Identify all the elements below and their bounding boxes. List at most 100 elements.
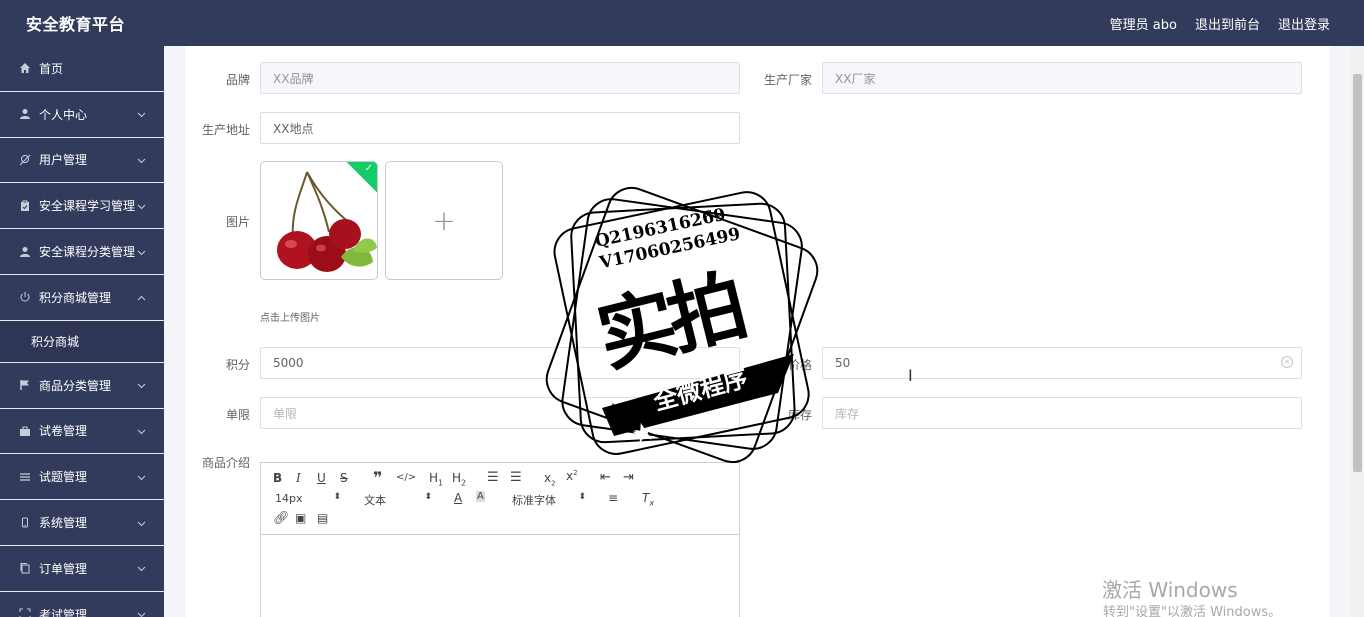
upload-image-button[interactable]: + xyxy=(385,161,503,280)
image-icon[interactable]: ▣ xyxy=(295,511,306,525)
upload-tip: 点击上传图片 xyxy=(260,313,320,324)
user-icon xyxy=(18,107,32,121)
plus-icon: + xyxy=(432,204,456,237)
user-manage-icon xyxy=(18,153,32,167)
block-type-select[interactable]: 文本 ⬍ xyxy=(364,492,432,508)
check-icon: ✓ xyxy=(364,163,373,174)
sidebar-item-profile[interactable]: 个人中心 xyxy=(0,92,164,138)
address-input[interactable]: XX地点 xyxy=(260,112,740,144)
sidebar-item-course-study[interactable]: 安全课程学习管理 xyxy=(0,183,164,230)
indent-icon[interactable]: ⇥ xyxy=(623,470,634,485)
sidebar-item-paper-manage[interactable]: 试卷管理 xyxy=(0,409,164,455)
sidebar-subitem-points-mall[interactable]: 积分商城 xyxy=(0,320,164,363)
price-value: 50 xyxy=(835,356,851,370)
sidebar-item-exam-manage[interactable]: 考试管理 xyxy=(0,592,164,617)
brand-input[interactable]: XX品牌 xyxy=(260,62,740,94)
stock-input[interactable]: 库存 xyxy=(822,397,1302,429)
chevron-down-icon xyxy=(137,470,146,484)
text-color-button[interactable]: A xyxy=(454,491,462,505)
header-links: 管理员 abo 退出到前台 退出登录 xyxy=(1110,14,1330,33)
address-label: 生产地址 xyxy=(201,123,250,137)
chevron-down-icon xyxy=(137,107,146,121)
limit-input[interactable]: 单限 xyxy=(260,397,740,429)
clear-format-button[interactable]: Tx xyxy=(642,491,654,507)
ordered-list-icon[interactable]: ☰ xyxy=(487,470,499,485)
price-input[interactable]: 50 × xyxy=(822,347,1302,379)
manufacturer-input[interactable]: XX厂家 xyxy=(822,62,1302,94)
bold-button[interactable]: B xyxy=(273,471,282,485)
power-icon xyxy=(18,290,32,304)
block-type-value: 文本 xyxy=(364,494,386,507)
sidebar-item-system-manage[interactable]: 系统管理 xyxy=(0,500,164,546)
sidebar-item-label: 试卷管理 xyxy=(39,424,88,439)
heading2-button[interactable]: H2 xyxy=(452,471,466,487)
superscript-button[interactable]: x2 xyxy=(566,469,578,483)
rich-text-editor: B I U S ❞ </> H1 H2 ☰ ☰ x2 x2 ⇤ ⇥ 14px ⬍ … xyxy=(260,462,740,617)
sidebar-item-order-manage[interactable]: 订单管理 xyxy=(0,546,164,592)
exit-to-front-link[interactable]: 退出到前台 xyxy=(1195,14,1260,33)
sidebar-item-label: 考试管理 xyxy=(39,607,88,617)
select-arrows-icon: ⬍ xyxy=(424,492,432,502)
outdent-icon[interactable]: ⇤ xyxy=(600,470,611,485)
windows-activation-hint: 转到"设置"以激活 Windows。 xyxy=(1103,605,1282,617)
font-family-value: 标准字体 xyxy=(512,494,556,507)
background-color-button[interactable]: A xyxy=(476,491,485,502)
cherry-image xyxy=(277,171,377,272)
sidebar-item-label: 用户管理 xyxy=(39,153,88,168)
italic-button[interactable]: I xyxy=(296,471,301,485)
sidebar-item-course-category[interactable]: 安全课程分类管理 xyxy=(0,229,164,275)
home-icon xyxy=(18,61,32,75)
clear-icon[interactable]: × xyxy=(1281,356,1293,368)
sidebar: 首页 个人中心 用户管理 安全课程学习管理 安全课程分类管理 积分商城管理 积分… xyxy=(0,46,164,617)
chevron-down-icon xyxy=(137,199,146,213)
link-icon[interactable]: 🔗︎ xyxy=(273,511,290,526)
chevron-down-icon xyxy=(137,378,146,392)
clipboard-icon xyxy=(18,199,32,213)
code-button[interactable]: </> xyxy=(396,472,416,483)
price-label: 价格 xyxy=(787,358,812,372)
brand-label: 品牌 xyxy=(225,73,250,87)
video-icon[interactable]: ▤ xyxy=(317,511,328,525)
logout-link[interactable]: 退出登录 xyxy=(1278,14,1330,33)
image-label: 图片 xyxy=(225,215,250,229)
font-family-select[interactable]: 标准字体 ⬍ xyxy=(512,492,586,508)
user-icon xyxy=(18,245,32,259)
sidebar-item-label: 商品分类管理 xyxy=(39,378,112,393)
subscript-button[interactable]: x2 xyxy=(544,471,556,487)
chevron-down-icon xyxy=(137,245,146,259)
sidebar-item-user-manage[interactable]: 用户管理 xyxy=(0,138,164,184)
strike-button[interactable]: S xyxy=(340,471,348,485)
align-icon[interactable]: ≡ xyxy=(608,491,618,505)
select-arrows-icon: ⬍ xyxy=(333,492,341,502)
stock-label: 库存 xyxy=(787,408,812,422)
points-input[interactable]: 5000 xyxy=(260,347,740,379)
blockquote-button[interactable]: ❞ xyxy=(373,468,382,487)
heading1-button[interactable]: H1 xyxy=(429,471,443,487)
sidebar-item-label: 订单管理 xyxy=(39,561,88,576)
page-scrollbar[interactable] xyxy=(1350,46,1364,617)
chevron-down-icon xyxy=(137,607,146,617)
points-label: 积分 xyxy=(225,358,250,372)
sidebar-item-question-manage[interactable]: 试题管理 xyxy=(0,454,164,501)
sidebar-item-label: 安全课程分类管理 xyxy=(39,245,136,260)
chevron-down-icon xyxy=(137,424,146,438)
admin-user-link[interactable]: 管理员 abo xyxy=(1110,14,1177,33)
chevron-up-icon xyxy=(137,290,146,304)
sidebar-item-label: 安全课程学习管理 xyxy=(39,199,136,214)
bullet-list-icon[interactable]: ☰ xyxy=(510,470,522,485)
sidebar-item-label: 个人中心 xyxy=(39,107,88,122)
list-icon xyxy=(18,470,32,484)
sidebar-item-points-mall-manage[interactable]: 积分商城管理 xyxy=(0,275,164,321)
chevron-down-icon xyxy=(137,153,146,167)
font-size-value: 14px xyxy=(275,492,303,505)
sidebar-item-goods-category[interactable]: 商品分类管理 xyxy=(0,363,164,409)
font-size-select[interactable]: 14px ⬍ xyxy=(275,492,341,505)
uploaded-image-thumb[interactable]: ✓ xyxy=(260,161,378,280)
scrollbar-thumb[interactable] xyxy=(1353,74,1362,472)
chevron-down-icon xyxy=(137,516,146,530)
sidebar-item-home[interactable]: 首页 xyxy=(0,46,164,92)
phone-icon xyxy=(18,516,32,530)
underline-button[interactable]: U xyxy=(317,471,326,485)
manufacturer-label: 生产厂家 xyxy=(763,73,812,87)
top-header: 安全教育平台 管理员 abo 退出到前台 退出登录 xyxy=(0,0,1364,46)
